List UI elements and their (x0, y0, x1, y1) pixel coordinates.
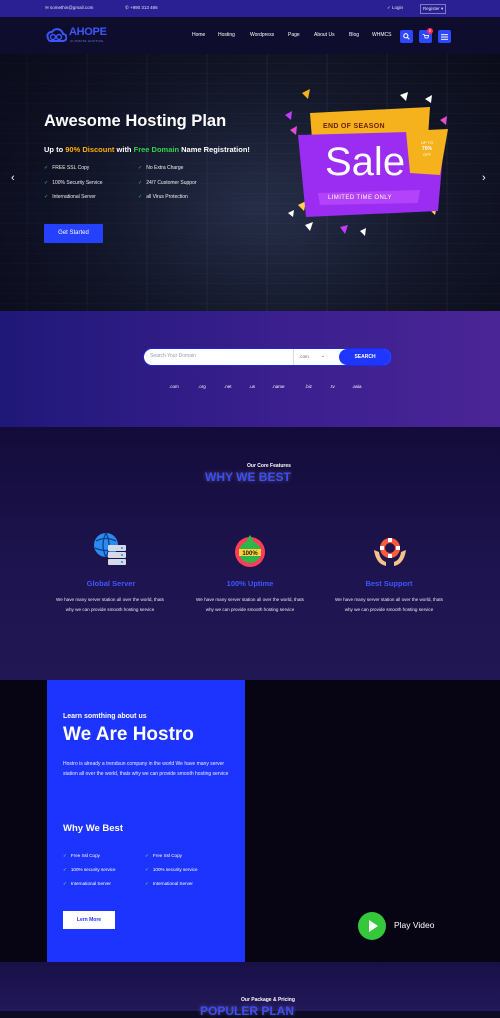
check-icon: ✓ (44, 194, 49, 200)
contact-phone[interactable]: ✆ +990 313 466 (125, 5, 158, 11)
tld-link[interactable]: .com (169, 384, 179, 389)
about-title: We Are Hostro (63, 724, 194, 745)
nav-blog[interactable]: Blog (349, 32, 359, 38)
section-title: WHY WE BEST (205, 470, 291, 484)
tld-select[interactable]: .com ⌄ (293, 349, 339, 365)
check-icon: ✓ (63, 867, 67, 872)
sale-badge-main: Sale (325, 140, 406, 184)
hero-feature: ✓ all Virus Protection (138, 194, 188, 200)
play-video-button[interactable] (358, 912, 386, 940)
check-icon: ✓ (44, 180, 49, 186)
sale-badge-off: UP TO 70% OFF (420, 140, 433, 157)
check-icon: ✓ (63, 853, 67, 858)
domain-search-input[interactable]: Search Your Domain (150, 353, 196, 359)
hero-feature: ✓ FREE SSL Copy (44, 165, 90, 171)
feature-title: Global Server (86, 579, 136, 588)
pricing-title: POPULER PLAN (200, 1004, 295, 1018)
chevron-down-icon: ⌄ (321, 353, 326, 359)
nav-wordpress[interactable]: Wordpress (250, 32, 274, 38)
section-kicker: Our Core Features (247, 463, 291, 469)
register-dropdown[interactable]: Register ▾ (420, 4, 447, 14)
check-icon: ✓ (44, 165, 49, 171)
logo-tagline: ULTIMATE HOSTING (70, 39, 104, 43)
learn-more-button[interactable]: Lern More (63, 911, 115, 929)
svg-text:100%: 100% (242, 551, 258, 557)
benefit-item: ✓ 100% security service (145, 867, 198, 872)
feature-text: We have many server station all over the… (56, 597, 164, 612)
nav-home[interactable]: Home (192, 32, 205, 38)
hero-feature: ✓ 24/7 Customer Suppor (138, 180, 197, 186)
benefit-item: ✓ Free Ssl Copy (145, 853, 182, 858)
cart-button[interactable]: 0 (419, 28, 433, 43)
nav-hosting[interactable]: Hosting (218, 32, 235, 38)
menu-toggle-button[interactable] (438, 30, 451, 43)
cart-count-badge: 0 (427, 28, 433, 34)
slider-next-arrow[interactable]: › (482, 172, 486, 184)
tld-link[interactable]: .net (224, 384, 232, 389)
domain-search-button[interactable]: SEARCH (339, 349, 391, 365)
benefit-item: ✓ International Server (63, 881, 111, 886)
feature-title: 100% Uptime (226, 579, 274, 588)
sale-badge-top: END OF SEASON (323, 123, 385, 130)
get-started-button[interactable]: Get Started (44, 224, 103, 243)
check-icon: ✓ (145, 867, 149, 872)
global-server-icon (94, 532, 126, 565)
hero-subtitle: Up to 90% Discount with Free Domain Name… (44, 145, 250, 154)
tld-link[interactable]: .name (272, 384, 285, 389)
tld-link[interactable]: .asia (352, 384, 362, 389)
hero-title: Awesome Hosting Plan (44, 112, 227, 130)
top-bar: ✉ somethin@gmail.com ✆ +990 313 466 ✓ Lo… (0, 0, 500, 17)
check-icon: ✓ (138, 194, 143, 200)
tld-link[interactable]: .org (198, 384, 206, 389)
nav-page[interactable]: Page (288, 32, 300, 38)
logo-text[interactable]: AHOPE (69, 26, 107, 38)
pricing-kicker: Our Package & Pricing (241, 997, 295, 1003)
cart-icon (422, 33, 430, 39)
tld-link[interactable]: .tv (330, 384, 335, 389)
check-icon: ✓ (63, 881, 67, 886)
domain-search-section (0, 311, 500, 427)
tld-link[interactable]: .us (249, 384, 255, 389)
check-icon: ✓ (138, 165, 143, 171)
support-icon (374, 538, 406, 566)
check-icon: ✓ (145, 853, 149, 858)
check-icon: ✓ (138, 180, 143, 186)
hamburger-icon (441, 33, 448, 40)
feature-text: We have many server station all over the… (196, 597, 304, 612)
play-icon (369, 920, 378, 932)
about-why-title: Why We Best (63, 823, 124, 834)
hero-feature: ✓ No Extra Charge (138, 165, 184, 171)
benefit-item: ✓ 100% security service (63, 867, 116, 872)
uptime-icon: 100% (235, 535, 265, 567)
login-link[interactable]: ✓ Login (387, 5, 403, 11)
feature-text: We have many server station all over the… (335, 597, 443, 612)
about-description: Hostro is already a trendsun company in … (63, 761, 229, 777)
about-kicker: Learn somthing about us (63, 713, 147, 720)
logo-icon[interactable] (45, 27, 67, 43)
feature-title: Best Support (365, 579, 413, 588)
search-button[interactable] (400, 30, 413, 43)
nav-about[interactable]: About Us (314, 32, 335, 38)
tld-link[interactable]: .biz (305, 384, 312, 389)
sale-badge-bottom: LIMITED TIME ONLY (328, 195, 392, 201)
hero-feature: ✓ 100% Security Service (44, 180, 103, 186)
hero-feature: ✓ International Server (44, 194, 96, 200)
contact-email[interactable]: ✉ somethin@gmail.com (45, 5, 93, 11)
benefit-item: ✓ International Server (145, 881, 193, 886)
check-icon: ✓ (145, 881, 149, 886)
play-video-label[interactable]: Play Video (394, 920, 434, 930)
nav-whmcs[interactable]: WHMCS (372, 32, 391, 38)
benefit-item: ✓ Free Ssl Copy (63, 853, 100, 858)
search-icon (403, 33, 410, 40)
slider-prev-arrow[interactable]: ‹ (11, 172, 15, 184)
